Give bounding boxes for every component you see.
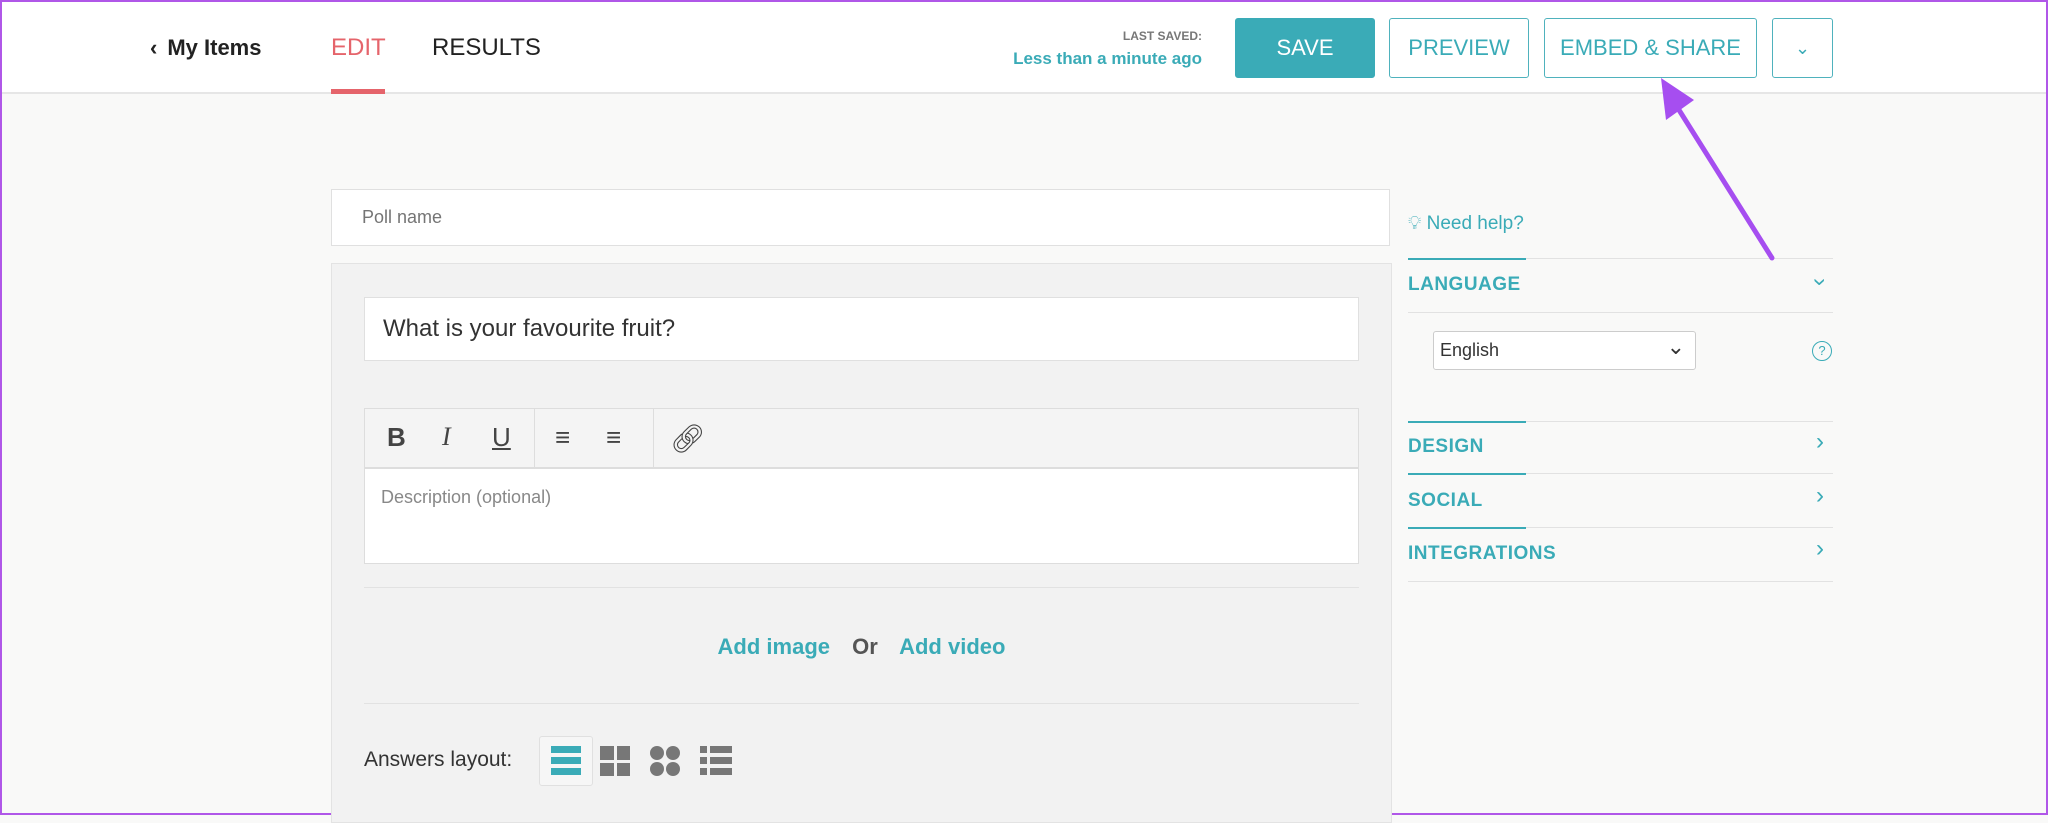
annotation-arrow-icon [1661,78,1775,261]
